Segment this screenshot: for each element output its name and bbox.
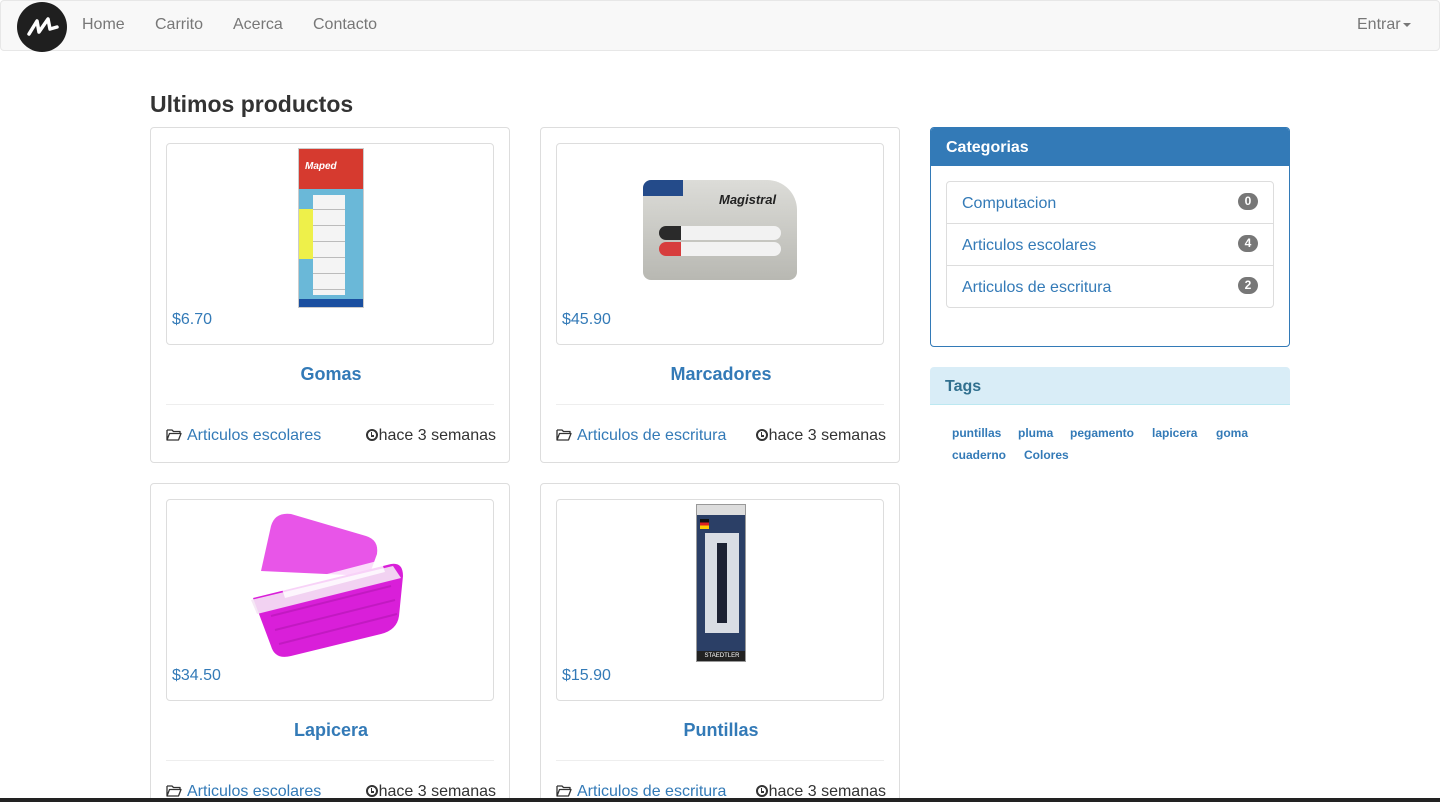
page-title: Ultimos productos (150, 91, 354, 117)
caret-down-icon (1402, 22, 1411, 27)
category-item-articulos-escolares[interactable]: Articulos escolares 4 (946, 223, 1274, 266)
tag-link[interactable]: pegamento (1070, 426, 1134, 440)
clock-icon (755, 429, 768, 441)
product-name-link[interactable]: Gomas (151, 364, 511, 385)
product-thumbnail[interactable]: Maped $6.70 (166, 143, 494, 345)
category-count-badge: 4 (1238, 235, 1258, 252)
clock-icon (365, 429, 378, 441)
nav-acerca[interactable]: Acerca (233, 16, 283, 34)
product-card: STAEDTLER $15.90 Puntillas Articulos de … (540, 483, 900, 802)
product-category-link[interactable]: Articulos escolares (166, 427, 321, 445)
folder-open-icon (556, 429, 572, 441)
product-image-lapicera (251, 513, 403, 657)
brand-logo-icon[interactable] (17, 2, 67, 52)
category-label: Articulos de escritura (962, 279, 1112, 296)
product-price: $45.90 (562, 311, 611, 328)
tags-title: Tags (945, 378, 982, 395)
divider (556, 760, 884, 761)
product-card: $34.50 Lapicera Articulos escolares hace… (150, 483, 510, 802)
product-name-link[interactable]: Marcadores (541, 364, 901, 385)
navbar: Home Carrito Acerca Contacto Entrar (0, 0, 1440, 52)
tag-link[interactable]: pluma (1018, 426, 1053, 440)
category-label: Articulos escolares (962, 237, 1097, 254)
login-dropdown[interactable]: Entrar (1357, 16, 1411, 34)
categories-panel-header: Categorias (931, 128, 1289, 166)
product-image-gomas: Maped (298, 148, 364, 308)
category-label: Computacion (962, 195, 1057, 212)
folder-open-icon (166, 429, 182, 441)
category-count-badge: 2 (1238, 277, 1258, 294)
folder-open-icon (166, 785, 182, 797)
product-image-marcadores: Magistral (643, 180, 797, 280)
login-label: Entrar (1357, 16, 1401, 33)
product-card: Magistral $45.90 Marcadores Articulos de… (540, 127, 900, 463)
nav-carrito[interactable]: Carrito (155, 16, 203, 34)
product-thumbnail[interactable]: STAEDTLER $15.90 (556, 499, 884, 701)
product-image-puntillas: STAEDTLER (696, 504, 746, 662)
tag-link[interactable]: Colores (1024, 448, 1069, 462)
product-price: $15.90 (562, 667, 611, 684)
nav-home[interactable]: Home (82, 16, 125, 34)
divider (166, 760, 494, 761)
product-time: hace 3 semanas (755, 427, 886, 445)
product-category-link[interactable]: Articulos de escritura (556, 427, 726, 445)
clock-icon (755, 785, 768, 797)
clock-icon (365, 785, 378, 797)
product-thumbnail[interactable]: $34.50 (166, 499, 494, 701)
categories-list: Computacion 0 Articulos escolares 4 Arti… (946, 181, 1274, 308)
nav-contacto[interactable]: Contacto (313, 16, 377, 34)
product-time: hace 3 semanas (365, 427, 496, 445)
tag-link[interactable]: lapicera (1152, 426, 1197, 440)
product-price: $34.50 (172, 667, 221, 684)
divider (556, 404, 884, 405)
folder-open-icon (556, 785, 572, 797)
product-thumbnail[interactable]: Magistral $45.90 (556, 143, 884, 345)
product-name-link[interactable]: Puntillas (541, 720, 901, 741)
tags-panel-header: Tags (930, 367, 1290, 405)
window-bottom-edge (0, 798, 1440, 802)
tag-link[interactable]: puntillas (952, 426, 1001, 440)
divider (166, 404, 494, 405)
category-count-badge: 0 (1238, 193, 1258, 210)
product-card: Maped $6.70 Gomas Articulos escolares ha… (150, 127, 510, 463)
tag-link[interactable]: cuaderno (952, 448, 1006, 462)
product-name-link[interactable]: Lapicera (151, 720, 511, 741)
product-price: $6.70 (172, 311, 213, 328)
category-item-articulos-de-escritura[interactable]: Articulos de escritura 2 (946, 265, 1274, 308)
category-item-computacion[interactable]: Computacion 0 (946, 181, 1274, 224)
categories-panel: Categorias Computacion 0 Articulos escol… (930, 127, 1290, 347)
tag-link[interactable]: goma (1216, 426, 1248, 440)
categories-title: Categorias (946, 139, 1029, 156)
